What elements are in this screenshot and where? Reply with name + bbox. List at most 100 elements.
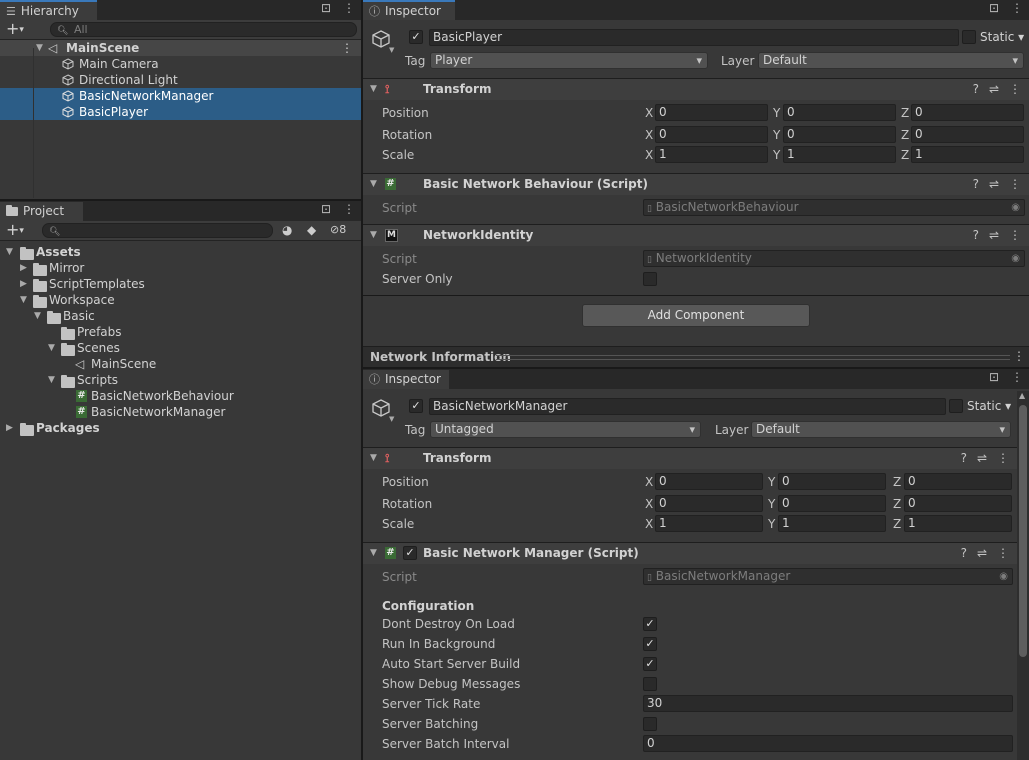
filter-by-label-icon[interactable]: ◆ <box>307 223 316 237</box>
axis-x-label[interactable]: X <box>645 497 653 511</box>
project-tree-item[interactable]: # BasicNetworkManager <box>0 404 361 420</box>
presets-icon[interactable]: ⇌ <box>977 543 987 564</box>
position-x-input[interactable]: 0 <box>655 473 763 490</box>
axis-y-label[interactable]: Y <box>773 106 780 120</box>
kebab-menu-icon[interactable]: ⋮ <box>1009 174 1021 195</box>
project-tree-item[interactable]: ▼ Workspace <box>0 292 361 308</box>
hierarchy-item-selected[interactable]: BasicNetworkManager <box>0 88 361 104</box>
transform-header[interactable]: ▼ ⟟ Transform ? ⇌ ⋮ <box>363 78 1029 100</box>
position-y-input[interactable]: 0 <box>778 473 886 490</box>
project-tree-item[interactable]: ▼ Assets <box>0 244 361 260</box>
position-z-input[interactable]: 0 <box>911 104 1024 121</box>
position-x-input[interactable]: 0 <box>655 104 768 121</box>
kebab-menu-icon[interactable]: ⋮ <box>1009 79 1021 100</box>
scale-x-input[interactable]: 1 <box>655 146 768 163</box>
rotation-z-input[interactable]: 0 <box>904 495 1012 512</box>
project-search-input[interactable]: 🔍︎ <box>42 223 273 238</box>
dont-destroy-checkbox[interactable]: ✓ <box>643 617 657 631</box>
static-checkbox[interactable] <box>949 399 963 413</box>
axis-z-label[interactable]: Z <box>893 497 901 511</box>
object-name-input[interactable]: BasicNetworkManager <box>429 398 946 415</box>
static-checkbox[interactable] <box>962 30 976 44</box>
chevron-down-icon[interactable]: ▼ <box>370 225 377 246</box>
project-tree-item[interactable]: # BasicNetworkBehaviour <box>0 388 361 404</box>
create-plus-button[interactable]: +▾ <box>6 19 24 38</box>
chevron-down-icon[interactable]: ▼ <box>370 174 377 195</box>
presets-icon[interactable]: ⇌ <box>989 79 999 100</box>
axis-z-label[interactable]: Z <box>893 517 901 531</box>
tab-inspector[interactable]: ⓘ Inspector <box>363 369 449 389</box>
static-dropdown[interactable]: Static ▾ <box>967 399 1011 413</box>
help-icon[interactable]: ? <box>973 79 979 100</box>
project-tree-item[interactable]: ▶ Mirror <box>0 260 361 276</box>
presets-icon[interactable]: ⇌ <box>989 174 999 195</box>
scroll-up-arrow-icon[interactable]: ▲ <box>1019 391 1025 400</box>
object-picker-icon[interactable]: ◉ <box>1011 200 1020 215</box>
active-checkbox[interactable]: ✓ <box>409 399 423 413</box>
manager-component-header[interactable]: ▼ # ✓ Basic Network Manager (Script) ? ⇌ ⋮ <box>363 542 1017 564</box>
tick-rate-input[interactable]: 30 <box>643 695 1013 712</box>
tab-project[interactable]: Project <box>0 201 83 221</box>
lock-icon[interactable]: ⊡ <box>321 202 331 216</box>
hidden-packages-button[interactable]: ⊘8 <box>330 223 346 236</box>
static-dropdown[interactable]: Static ▾ <box>980 30 1024 44</box>
axis-y-label[interactable]: Y <box>768 497 775 511</box>
presets-icon[interactable]: ⇌ <box>989 225 999 246</box>
help-icon[interactable]: ? <box>961 448 967 469</box>
vertical-scrollbar[interactable]: ▲ <box>1017 391 1029 760</box>
scale-z-input[interactable]: 1 <box>911 146 1024 163</box>
kebab-menu-icon[interactable]: ⋮ <box>343 1 355 15</box>
kebab-menu-icon[interactable]: ⋮ <box>997 448 1009 469</box>
add-component-button[interactable]: Add Component <box>582 304 810 327</box>
scrollbar-thumb[interactable] <box>1019 405 1027 657</box>
axis-x-label[interactable]: X <box>645 106 653 120</box>
server-batching-checkbox[interactable] <box>643 717 657 731</box>
kebab-menu-icon[interactable]: ⋮ <box>1011 370 1023 384</box>
rotation-x-input[interactable]: 0 <box>655 126 768 143</box>
position-y-input[interactable]: 0 <box>783 104 896 121</box>
axis-x-label[interactable]: X <box>645 128 653 142</box>
chevron-down-icon[interactable]: ▼ <box>389 415 394 423</box>
axis-z-label[interactable]: Z <box>901 148 909 162</box>
scale-y-input[interactable]: 1 <box>783 146 896 163</box>
chevron-down-icon[interactable]: ▼ <box>34 308 41 324</box>
chevron-down-icon[interactable]: ▼ <box>20 292 27 308</box>
drag-handle[interactable] <box>496 355 1010 360</box>
show-debug-checkbox[interactable] <box>643 677 657 691</box>
run-in-background-checkbox[interactable]: ✓ <box>643 637 657 651</box>
rotation-x-input[interactable]: 0 <box>655 495 763 512</box>
chevron-right-icon[interactable]: ▶ <box>6 420 13 436</box>
chevron-down-icon[interactable]: ▼ <box>370 79 377 100</box>
scale-z-input[interactable]: 1 <box>904 515 1012 532</box>
presets-icon[interactable]: ⇌ <box>977 448 987 469</box>
axis-z-label[interactable]: Z <box>901 128 909 142</box>
lock-icon[interactable]: ⊡ <box>989 1 999 15</box>
create-plus-button[interactable]: +▾ <box>6 220 24 239</box>
rotation-y-input[interactable]: 0 <box>778 495 886 512</box>
axis-z-label[interactable]: Z <box>893 475 901 489</box>
tab-inspector[interactable]: ⓘ Inspector <box>363 0 455 20</box>
kebab-menu-icon[interactable]: ⋮ <box>1009 225 1021 246</box>
axis-y-label[interactable]: Y <box>768 517 775 531</box>
chevron-down-icon[interactable]: ▼ <box>36 40 43 56</box>
identity-component-header[interactable]: ▼ M NetworkIdentity ? ⇌ ⋮ <box>363 224 1029 246</box>
tab-hierarchy[interactable]: ☰ Hierarchy <box>0 0 97 20</box>
chevron-down-icon[interactable]: ▼ <box>48 372 55 388</box>
object-picker-icon[interactable]: ◉ <box>1011 251 1020 266</box>
position-z-input[interactable]: 0 <box>904 473 1012 490</box>
project-tree-item[interactable]: ▼ Scenes <box>0 340 361 356</box>
axis-y-label[interactable]: Y <box>773 128 780 142</box>
filter-by-type-icon[interactable]: ◕ <box>282 223 292 237</box>
hierarchy-item[interactable]: Directional Light <box>0 72 361 88</box>
tag-dropdown[interactable]: Player <box>430 52 708 69</box>
project-tree-item[interactable]: ◁ MainScene <box>0 356 361 372</box>
help-icon[interactable]: ? <box>973 225 979 246</box>
axis-y-label[interactable]: Y <box>773 148 780 162</box>
chevron-down-icon[interactable]: ▼ <box>6 244 13 260</box>
help-icon[interactable]: ? <box>973 174 979 195</box>
project-tree-item[interactable]: ▶ Packages <box>0 420 361 436</box>
lock-icon[interactable]: ⊡ <box>321 1 331 15</box>
network-information-bar[interactable]: Network Information ⋮ <box>363 346 1029 367</box>
chevron-down-icon[interactable]: ▼ <box>389 46 394 54</box>
axis-x-label[interactable]: X <box>645 517 653 531</box>
